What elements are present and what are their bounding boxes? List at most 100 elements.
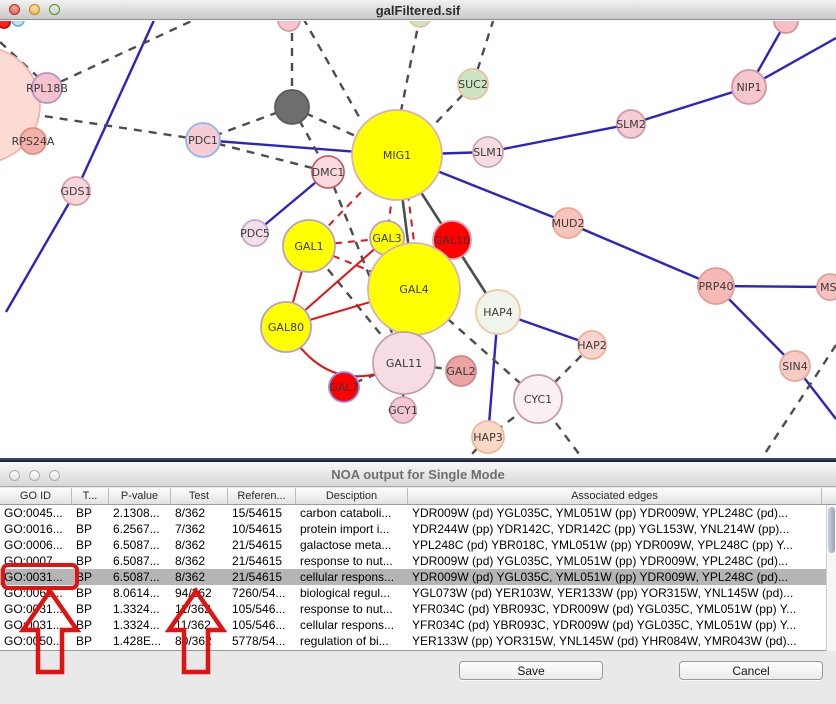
cell[interactable]: 94/362 <box>171 585 228 601</box>
column-header-test[interactable]: Test <box>171 488 228 504</box>
column-header-description[interactable]: Desciption <box>296 488 408 504</box>
cell[interactable]: BP <box>72 633 109 649</box>
table-row[interactable]: GO:0031...BP6.5087...8/36221/54615cellul… <box>0 569 826 585</box>
table-row[interactable]: GO:0016...BP6.2567...7/36210/54615protei… <box>0 521 826 537</box>
cell[interactable]: 8/362 <box>171 553 228 569</box>
network-window-titlebar[interactable]: galFiltered.sif <box>0 0 836 20</box>
node[interactable] <box>278 21 300 31</box>
edge[interactable] <box>6 191 76 312</box>
cell[interactable]: 6.5087... <box>109 553 171 569</box>
table-row[interactable]: GO:0050...BP1.428E...80/3625778/54...reg… <box>0 633 826 649</box>
cell[interactable]: cellular respons... <box>296 617 408 633</box>
node[interactable] <box>774 21 798 33</box>
network-graph[interactable]: RPL18BRPS24AGDS1PDC1MIG1DMC1SUC2SLM1SLM2… <box>0 21 836 458</box>
cell[interactable]: 5778/54... <box>228 633 296 649</box>
table-row[interactable]: GO:0006...BP6.5087...8/36221/54615galact… <box>0 537 826 553</box>
edge[interactable] <box>631 87 749 124</box>
cell[interactable]: 8/362 <box>171 537 228 553</box>
cell[interactable]: response to nut... <box>296 553 408 569</box>
cell[interactable]: 6.5087... <box>109 569 171 585</box>
edge[interactable] <box>401 21 420 111</box>
noa-window-titlebar[interactable]: NOA output for Single Mode <box>0 462 836 487</box>
cell[interactable]: GO:0065... <box>0 585 72 601</box>
edge[interactable] <box>568 223 716 286</box>
cell[interactable]: BP <box>72 569 109 585</box>
table-row[interactable]: GO:0007...BP6.5087...8/36221/54615respon… <box>0 553 826 569</box>
cell[interactable]: 11/362 <box>171 601 228 617</box>
cell[interactable]: 1.3324... <box>109 601 171 617</box>
cell[interactable]: YER133W (pp) YOR315W, YNL145W (pd) YHR08… <box>408 633 822 649</box>
cell[interactable]: 8/362 <box>171 569 228 585</box>
cell[interactable]: 8/362 <box>171 505 228 521</box>
cell[interactable]: YFR034C (pd) YBR093C, YDR009W (pd) YGL03… <box>408 601 822 617</box>
cancel-button[interactable]: Cancel <box>679 661 823 680</box>
cell[interactable]: BP <box>72 553 109 569</box>
cell[interactable]: 11/362 <box>171 617 228 633</box>
cell[interactable]: 2.1308... <box>109 505 171 521</box>
edge[interactable] <box>303 21 362 122</box>
cell[interactable]: GO:0031... <box>0 569 72 585</box>
save-button[interactable]: Save <box>459 661 603 680</box>
cell[interactable]: YGL073W (pd) YER103W, YER133W (pp) YOR31… <box>408 585 822 601</box>
node[interactable] <box>0 21 10 28</box>
column-header-reference[interactable]: Referen... <box>228 488 296 504</box>
cell[interactable]: 10/54615 <box>228 521 296 537</box>
cell[interactable]: GO:0031... <box>0 601 72 617</box>
cell[interactable]: carbon cataboli... <box>296 505 408 521</box>
cell[interactable]: YDR244W (pp) YDR142C, YDR142C (pp) YGL15… <box>408 521 822 537</box>
table-row[interactable]: GO:0045...BP2.1308...8/36215/54615carbon… <box>0 505 826 521</box>
cell[interactable]: cellular respons... <box>296 569 408 585</box>
cell[interactable]: galactose meta... <box>296 537 408 553</box>
cell[interactable]: regulation of bi... <box>296 633 408 649</box>
cell[interactable]: 21/54615 <box>228 537 296 553</box>
column-header-associated-edges[interactable]: Associated edges <box>408 488 822 504</box>
cell[interactable]: GO:0050... <box>0 633 72 649</box>
cell[interactable]: YDR009W (pd) YGL035C, YML051W (pp) YDR00… <box>408 553 822 569</box>
cell[interactable]: 1.3324... <box>109 617 171 633</box>
cell[interactable]: BP <box>72 617 109 633</box>
cell[interactable]: YDR009W (pd) YGL035C, YML051W (pp) YDR00… <box>408 569 822 585</box>
vertical-scrollbar[interactable] <box>826 505 836 651</box>
cell[interactable]: 80/362 <box>171 633 228 649</box>
cell[interactable]: BP <box>72 585 109 601</box>
cell[interactable]: 6.5087... <box>109 537 171 553</box>
results-table[interactable]: GO:0045...BP2.1308...8/36215/54615carbon… <box>0 505 826 651</box>
node[interactable] <box>409 21 431 27</box>
cell[interactable]: GO:0007... <box>0 553 72 569</box>
cell[interactable]: GO:0016... <box>0 521 72 537</box>
cell[interactable]: 7260/54... <box>228 585 296 601</box>
node[interactable] <box>275 90 309 124</box>
cell[interactable]: GO:0031... <box>0 617 72 633</box>
column-header-go-id[interactable]: GO ID <box>0 488 72 504</box>
cell[interactable]: response to nut... <box>296 601 408 617</box>
column-header-type[interactable]: T... <box>72 488 109 504</box>
cell[interactable]: protein import i... <box>296 521 408 537</box>
cell[interactable]: 15/54615 <box>228 505 296 521</box>
edge[interactable] <box>47 21 198 88</box>
cell[interactable]: YPL248C (pd) YBR018C, YML051W (pp) YDR00… <box>408 537 822 553</box>
edge[interactable] <box>76 21 155 191</box>
cell[interactable]: YDR009W (pd) YGL035C, YML051W (pp) YDR00… <box>408 505 822 521</box>
cell[interactable]: 7/362 <box>171 521 228 537</box>
column-header-p-value[interactable]: P-value <box>109 488 171 504</box>
node[interactable] <box>12 21 24 26</box>
cell[interactable]: 1.428E... <box>109 633 171 649</box>
cell[interactable]: biological regul... <box>296 585 408 601</box>
table-row[interactable]: GO:0031...BP1.3324...11/362105/546...res… <box>0 601 826 617</box>
cell[interactable]: 21/54615 <box>228 553 296 569</box>
table-row[interactable]: GO:0065...BP8.0614...94/3627260/54...bio… <box>0 585 826 601</box>
cell[interactable]: BP <box>72 537 109 553</box>
cell[interactable]: GO:0006... <box>0 537 72 553</box>
cell[interactable]: GO:0045... <box>0 505 72 521</box>
cell[interactable]: 21/54615 <box>228 569 296 585</box>
edge[interactable] <box>488 124 631 152</box>
cell[interactable]: BP <box>72 601 109 617</box>
cell[interactable]: 8.0614... <box>109 585 171 601</box>
cell[interactable]: 6.2567... <box>109 521 171 537</box>
cell[interactable]: 105/546... <box>228 601 296 617</box>
cell[interactable]: 105/546... <box>228 617 296 633</box>
edge[interactable] <box>30 114 203 140</box>
scrollbar-thumb[interactable] <box>828 507 835 553</box>
cell[interactable]: BP <box>72 505 109 521</box>
cell[interactable]: YFR034C (pd) YBR093C, YDR009W (pd) YGL03… <box>408 617 822 633</box>
